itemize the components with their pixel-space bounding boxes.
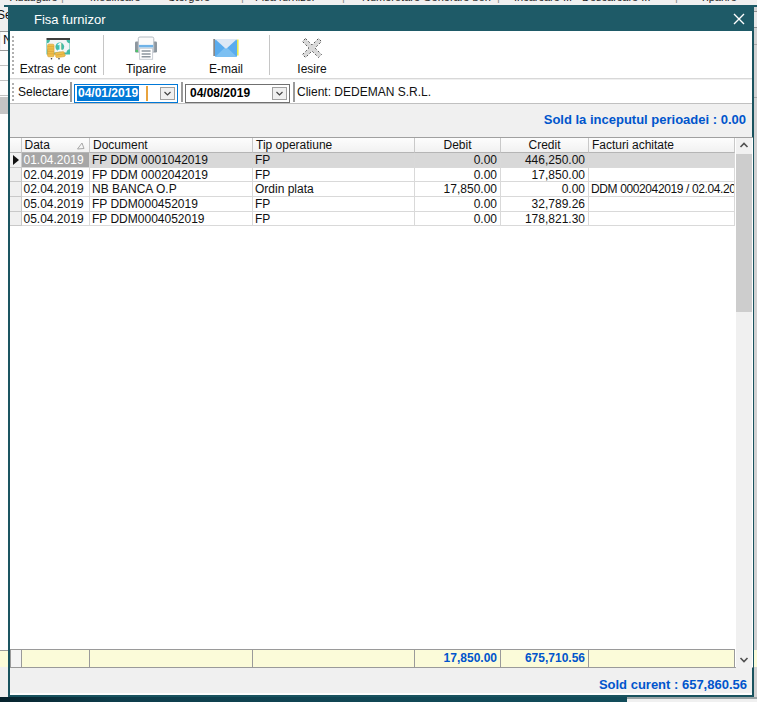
svg-text:1: 1	[57, 40, 63, 52]
